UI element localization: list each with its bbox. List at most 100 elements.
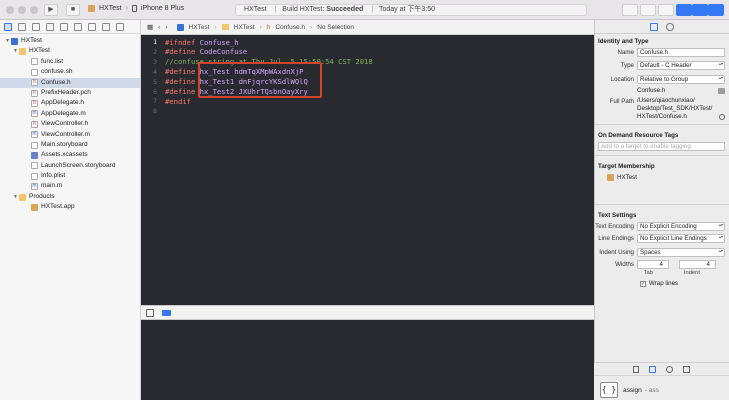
report-icon[interactable] <box>116 22 124 31</box>
wrap-lines-checkbox[interactable]: ✓ <box>640 280 646 287</box>
assistant-editor-button[interactable] <box>658 4 674 16</box>
name-label: Name <box>617 49 634 56</box>
file-tree-item[interactable]: Assets.xcassets <box>0 150 140 160</box>
code-line[interactable]: #ifndef Confuse_h <box>165 38 239 47</box>
toggle-inspector-button[interactable] <box>708 4 724 16</box>
file-icon <box>31 68 38 76</box>
version-editor-button[interactable] <box>640 4 656 16</box>
zoom-window-button[interactable] <box>30 6 38 14</box>
file-template-icon[interactable] <box>633 365 639 373</box>
tab-width-field[interactable]: 4 <box>637 260 669 269</box>
breadcrumb-project[interactable]: HXTest <box>189 24 210 31</box>
odr-tags-field[interactable]: Add to a target to enable tagging <box>598 142 725 151</box>
file-tree-item[interactable]: func.list <box>0 57 140 67</box>
file-tree-item[interactable]: ▼ HXTest <box>0 46 140 56</box>
reveal-in-finder-icon[interactable] <box>719 114 725 120</box>
name-field[interactable]: Confuse.h <box>637 48 725 57</box>
navigator-tabbar <box>0 20 140 34</box>
line-number: 5 <box>153 77 157 86</box>
toggle-navigator-button[interactable] <box>676 4 692 16</box>
file-tree-item[interactable]: m ViewController.m <box>0 130 140 140</box>
related-items-icon[interactable]: ▦ <box>147 23 153 31</box>
object-library-icon[interactable] <box>666 365 673 373</box>
code-line[interactable]: #endif <box>165 97 191 106</box>
file-tree-item-label: Assets.xcassets <box>41 151 88 159</box>
back-icon[interactable]: ‹ <box>158 24 160 31</box>
file-tree-item[interactable]: m AppDelegate.m <box>0 109 140 119</box>
location-label: Location <box>610 76 634 83</box>
file-tree-item[interactable]: ▼ HXTest <box>0 36 140 46</box>
warning-icon[interactable] <box>60 22 68 31</box>
stop-button[interactable]: ■ <box>66 4 80 16</box>
file-tree-item-label: ViewController.m <box>41 130 91 138</box>
line-number: 6 <box>153 87 157 96</box>
file-tree-item-label: Main.storyboard <box>41 140 88 148</box>
source-control-icon[interactable] <box>18 22 26 31</box>
type-popup[interactable]: Default - C Header <box>637 61 725 70</box>
code-line[interactable]: #define CodeConfuse <box>165 47 247 56</box>
breakpoints-toggle-icon[interactable] <box>162 310 171 316</box>
file-inspector-icon[interactable] <box>650 22 658 31</box>
target-app-icon <box>607 174 614 181</box>
status-result: Succeeded <box>326 6 364 13</box>
breadcrumb-selection[interactable]: No Selection <box>317 24 354 31</box>
file-tree-item[interactable]: HXTest.app <box>0 202 140 212</box>
folder-icon[interactable] <box>718 87 725 94</box>
debug-icon[interactable] <box>88 22 96 31</box>
run-button[interactable]: ▶ <box>44 4 58 16</box>
target-name[interactable]: HXTest <box>617 174 637 181</box>
file-tree-item-label: Confuse.h <box>41 78 71 86</box>
indent-using-popup[interactable]: Spaces <box>637 248 725 257</box>
snippet-name[interactable]: assign <box>623 387 642 394</box>
file-tree-item[interactable]: Main.storyboard <box>0 140 140 150</box>
file-tree: ▼ HXTest ▼ HXTest func.list confuse.sh h Confus… <box>0 34 140 213</box>
code-keyword: #define <box>165 87 196 96</box>
file-tree-item[interactable]: h AppDelegate.h <box>0 98 140 108</box>
close-window-button[interactable] <box>6 6 14 14</box>
folder-icon[interactable] <box>4 22 12 31</box>
disclosure-triangle-icon[interactable]: ▼ <box>12 46 19 56</box>
file-tree-item[interactable]: ▼ Products <box>0 192 140 202</box>
text-settings-title: Text Settings <box>598 212 637 219</box>
target-membership-title: Target Membership <box>598 163 655 170</box>
file-tree-item[interactable]: m main.m <box>0 181 140 191</box>
scheme-selector[interactable]: HXTest › iPhone 8 Plus <box>88 5 184 12</box>
test-icon[interactable] <box>74 22 82 31</box>
file-tree-item[interactable]: confuse.sh <box>0 67 140 77</box>
line-number: 1 <box>153 38 157 46</box>
code-snippet-icon[interactable] <box>649 365 656 373</box>
standard-editor-button[interactable] <box>622 4 638 16</box>
indent-width-field[interactable]: 4 <box>679 260 716 269</box>
chevron-right-icon: › <box>125 5 128 12</box>
file-tree-item-label: AppDelegate.h <box>41 99 85 107</box>
file-tree-item[interactable]: LaunchScreen.storyboard <box>0 161 140 171</box>
breakpoint-icon[interactable] <box>102 22 110 31</box>
file-tree-item-label: LaunchScreen.storyboard <box>41 161 116 169</box>
file-tree-item-label: HXTest <box>29 47 50 55</box>
debug-console[interactable] <box>141 320 594 400</box>
file-tree-item[interactable]: h Confuse.h <box>0 77 140 88</box>
file-tree-item[interactable]: h PrefixHeader.pch <box>0 88 140 98</box>
assets-icon <box>31 151 38 159</box>
hide-debug-area-icon[interactable] <box>146 309 154 317</box>
symbol-icon[interactable] <box>32 22 40 31</box>
breadcrumb-folder[interactable]: HXTest <box>234 24 255 31</box>
media-library-icon[interactable] <box>683 365 690 373</box>
breadcrumb-file[interactable]: Confuse.h <box>275 24 305 31</box>
file-tree-item[interactable]: Info.plist <box>0 171 140 181</box>
file-tree-item[interactable]: h ViewController.h <box>0 119 140 129</box>
disclosure-triangle-icon[interactable]: ▼ <box>12 192 19 202</box>
line-endings-popup[interactable]: No Explicit Line Endings <box>637 234 725 243</box>
toggle-debug-area-button[interactable] <box>692 4 708 16</box>
search-icon[interactable] <box>46 22 54 31</box>
disclosure-triangle-icon[interactable]: ▼ <box>4 36 11 46</box>
source-file-icon: m <box>31 131 38 139</box>
quick-help-icon[interactable] <box>666 22 674 31</box>
forward-icon[interactable]: › <box>165 24 167 31</box>
text-encoding-popup[interactable]: No Explicit Encoding <box>637 222 725 231</box>
minimize-window-button[interactable] <box>18 6 26 14</box>
file-tree-item-label: main.m <box>41 182 63 190</box>
indent-using-label: Indent Using <box>599 249 634 256</box>
location-popup[interactable]: Relative to Group <box>637 75 725 84</box>
project-icon <box>11 37 18 45</box>
